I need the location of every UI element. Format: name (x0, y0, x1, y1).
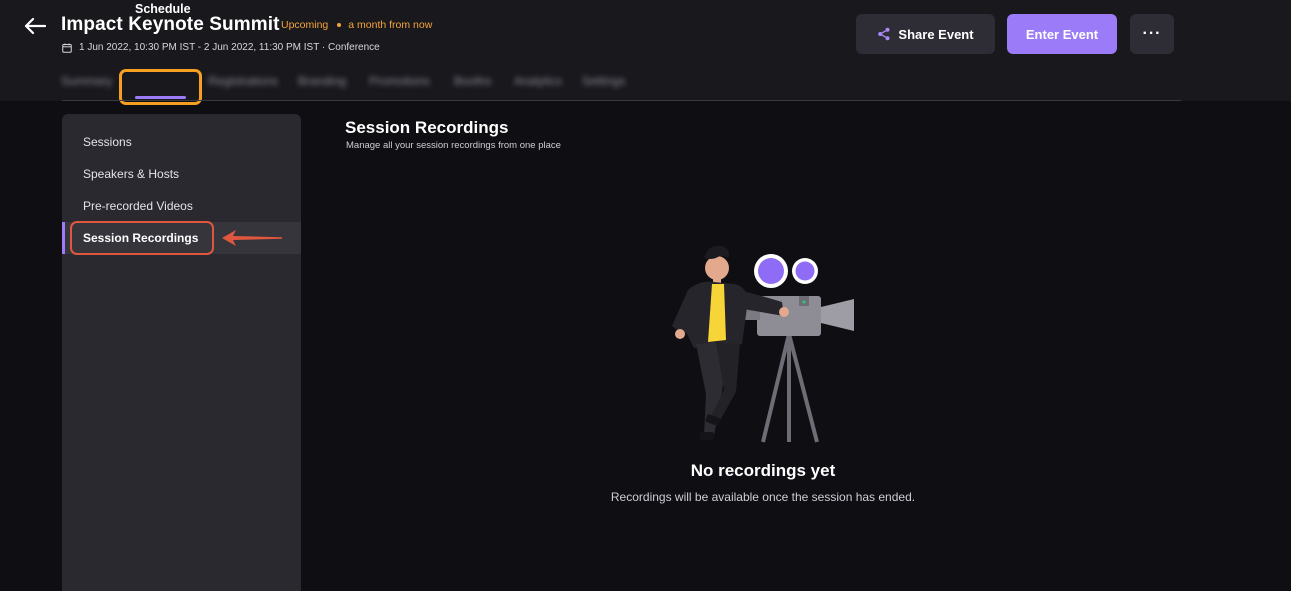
event-title: Impact Keynote Summit (61, 14, 280, 35)
sidebar-item-label: Speakers & Hosts (83, 167, 180, 181)
tab-settings[interactable]: Settings (582, 74, 625, 88)
more-options-button[interactable]: ··· (1130, 14, 1174, 54)
event-header: Impact Keynote Summit Upcoming a month f… (0, 0, 1291, 101)
camera-illustration (742, 254, 854, 336)
event-meta: 1 Jun 2022, 10:30 PM IST - 2 Jun 2022, 1… (62, 42, 380, 53)
tab-branding[interactable]: Branding (298, 74, 346, 88)
relative-time: a month from now (348, 19, 433, 31)
sidebar-item-label: Pre-recorded Videos (83, 199, 193, 213)
sidebar-item-speakers-hosts[interactable]: Speakers & Hosts (62, 158, 301, 190)
tab-promotions[interactable]: Promotions (369, 74, 430, 88)
page-subtitle: Manage all your session recordings from … (346, 140, 561, 151)
calendar-icon (62, 43, 72, 53)
back-button[interactable] (22, 14, 48, 38)
sidebar-item-label: Session Recordings (83, 231, 199, 245)
active-tab-underline (135, 96, 186, 99)
empty-state-title: No recordings yet (690, 461, 836, 480)
sidebar-item-sessions[interactable]: Sessions (62, 126, 301, 158)
status-dot (337, 23, 342, 27)
tab-registrations[interactable]: Registrations (208, 74, 278, 88)
status-badge: Upcoming (281, 19, 329, 31)
page-title: Session Recordings (345, 118, 509, 137)
sidebar-item-label: Sessions (83, 135, 132, 149)
arrow-left-icon (24, 17, 46, 35)
empty-state-subtitle: Recordings will be available once the se… (610, 490, 916, 504)
tab-schedule[interactable]: Schedule (135, 2, 191, 16)
tab-analytics[interactable]: Analytics (514, 74, 562, 88)
active-indicator (62, 222, 65, 254)
event-date-range: 1 Jun 2022, 10:30 PM IST - 2 Jun 2022, 1… (79, 42, 380, 53)
sidebar-item-pre-recorded-videos[interactable]: Pre-recorded Videos (62, 190, 301, 222)
header-divider (62, 100, 1181, 101)
event-status: Upcoming a month from now (281, 19, 432, 31)
sidebar-item-session-recordings[interactable]: Session Recordings (62, 222, 301, 254)
schedule-sidebar: Sessions Speakers & Hosts Pre-recorded V… (62, 114, 301, 591)
tab-summary[interactable]: Summary (61, 74, 112, 88)
tripod-illustration (761, 333, 819, 443)
enter-event-button[interactable]: Enter Event (1007, 14, 1117, 54)
camera-operator-illustration (672, 245, 854, 443)
share-event-label: Share Event (898, 26, 974, 42)
share-event-button[interactable]: Share Event (856, 14, 995, 54)
tab-booths[interactable]: Booths (454, 74, 491, 88)
share-icon (877, 27, 891, 41)
